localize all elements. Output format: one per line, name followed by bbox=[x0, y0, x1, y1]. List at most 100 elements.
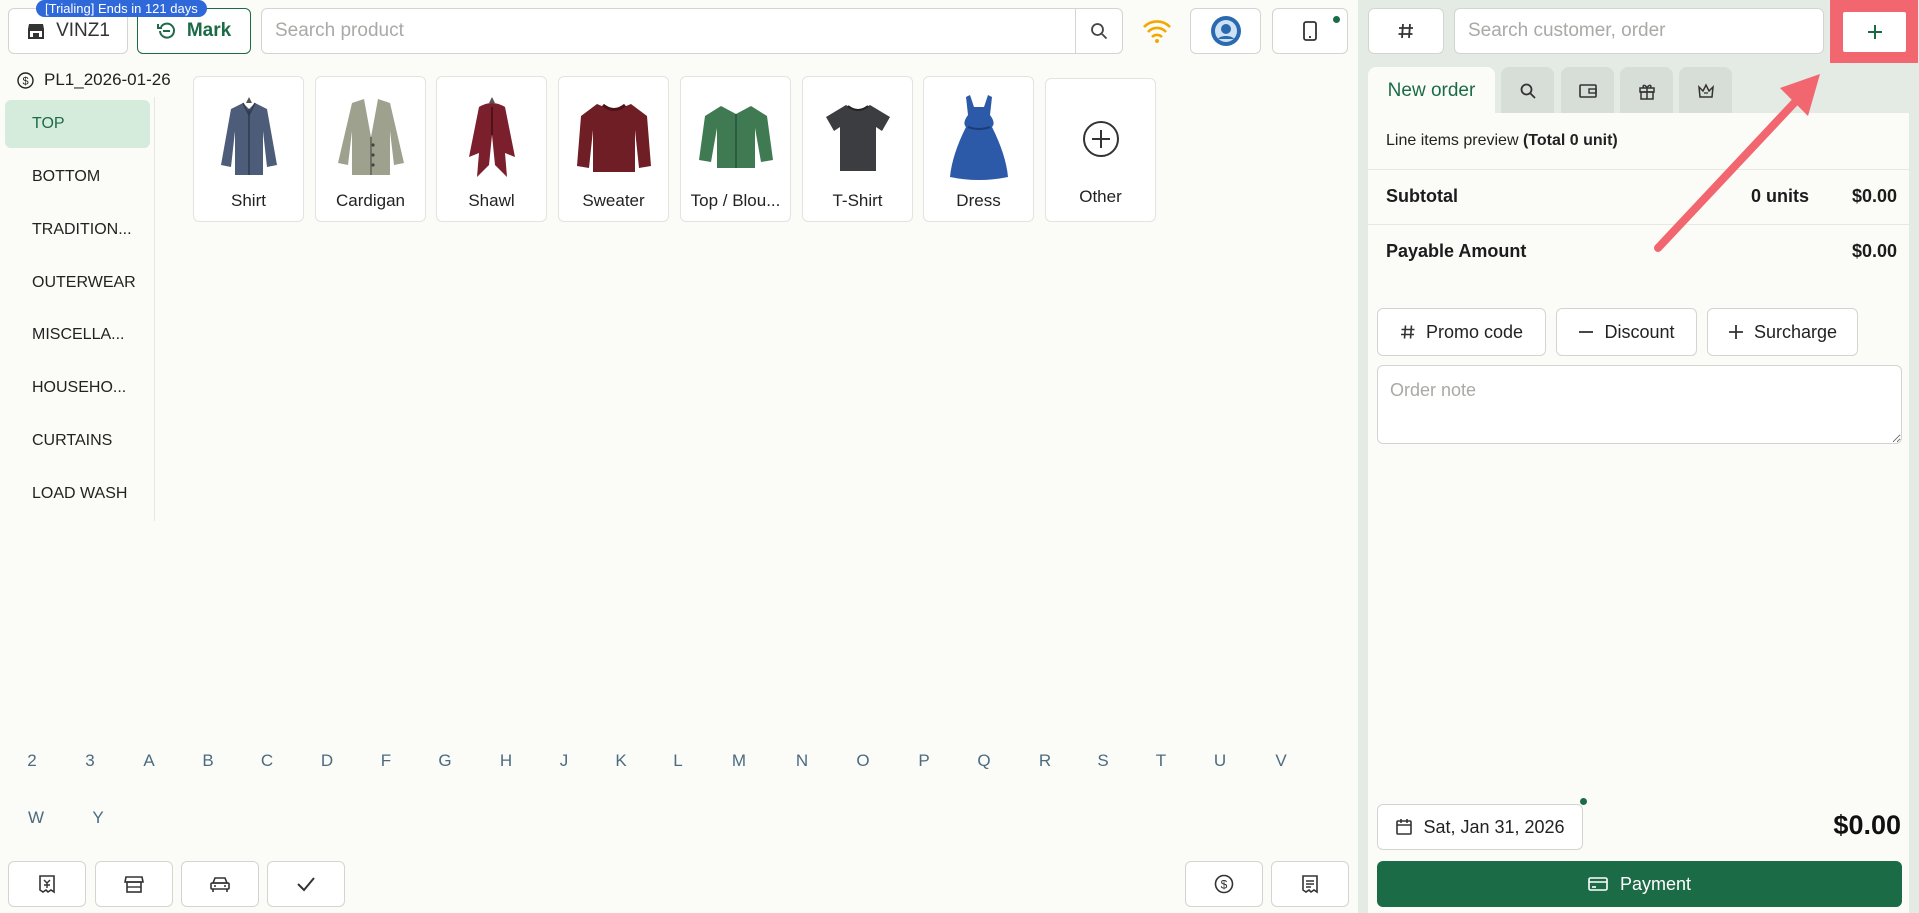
letter-filter-s[interactable]: S bbox=[1091, 751, 1115, 771]
promo-code-button[interactable]: Promo code bbox=[1377, 308, 1546, 356]
receipt-icon bbox=[1301, 874, 1319, 894]
sweater-image bbox=[559, 83, 668, 191]
search-icon bbox=[1520, 83, 1536, 99]
product-label: Shirt bbox=[231, 191, 266, 210]
promo-code-label: Promo code bbox=[1425, 321, 1524, 342]
due-date-label: Sat, Jan 31, 2026 bbox=[1423, 816, 1565, 837]
annotation-arrow bbox=[1640, 60, 1840, 260]
shirt-image bbox=[194, 83, 303, 191]
due-date-button[interactable]: Sat, Jan 31, 2026 bbox=[1377, 804, 1583, 850]
letter-filter-t[interactable]: T bbox=[1149, 751, 1173, 771]
letter-filter-o[interactable]: O bbox=[851, 751, 875, 771]
order-list-button[interactable] bbox=[1271, 861, 1349, 907]
receipt-button[interactable] bbox=[8, 861, 86, 907]
letter-filter-m[interactable]: M bbox=[727, 751, 751, 771]
plus-circle-icon bbox=[1046, 85, 1155, 193]
add-customer-button[interactable] bbox=[1843, 12, 1906, 52]
svg-text:$: $ bbox=[1221, 878, 1228, 892]
cardigan-image bbox=[316, 83, 425, 191]
letter-filter-g[interactable]: G bbox=[433, 751, 457, 771]
customer-search-box bbox=[1454, 8, 1824, 54]
category-item-load-wash[interactable]: LOAD WASH bbox=[5, 470, 150, 518]
product-search-input[interactable] bbox=[262, 9, 1077, 53]
car-icon bbox=[209, 875, 231, 893]
hash-icon bbox=[1400, 324, 1416, 340]
subtotal-amount: $0.00 bbox=[1851, 186, 1897, 206]
letter-filter-3[interactable]: 3 bbox=[78, 751, 102, 771]
wallet-icon bbox=[1578, 83, 1597, 99]
product-label: Other bbox=[1079, 187, 1122, 206]
delivery-button[interactable] bbox=[181, 861, 259, 907]
order-number-button[interactable] bbox=[1368, 8, 1444, 54]
store-label: VINZ1 bbox=[56, 20, 110, 41]
tab-new-order[interactable]: New order bbox=[1368, 67, 1495, 114]
dollar-circle-icon: $ bbox=[17, 71, 34, 89]
price-list-selector[interactable]: $ PL1_2026-01-26 bbox=[17, 70, 171, 90]
letter-filter-k[interactable]: K bbox=[609, 751, 633, 771]
category-item-top[interactable]: TOP bbox=[5, 100, 150, 148]
letter-filter-l[interactable]: L bbox=[666, 751, 690, 771]
letter-filter-q[interactable]: Q bbox=[972, 751, 996, 771]
store-icon bbox=[124, 875, 144, 893]
store-pickup-button[interactable] bbox=[95, 861, 173, 907]
letter-filter-j[interactable]: J bbox=[552, 751, 576, 771]
order-note-field[interactable] bbox=[1377, 365, 1902, 444]
letter-filter-p[interactable]: P bbox=[912, 751, 936, 771]
product-card-dress[interactable]: Dress bbox=[923, 76, 1034, 222]
category-item-traditional[interactable]: TRADITION... bbox=[5, 206, 150, 254]
letter-filter-w[interactable]: W bbox=[24, 808, 48, 828]
category-item-bottom[interactable]: BOTTOM bbox=[5, 153, 150, 201]
shawl-image bbox=[437, 83, 546, 191]
letter-filter-v[interactable]: V bbox=[1269, 751, 1293, 771]
product-card-tshirt[interactable]: T-Shirt bbox=[802, 76, 913, 222]
letter-filter-2[interactable]: 2 bbox=[20, 751, 44, 771]
avatar-button[interactable] bbox=[1190, 8, 1261, 54]
product-label: T-Shirt bbox=[832, 191, 883, 210]
product-card-other[interactable]: Other bbox=[1045, 78, 1156, 222]
discount-label: Discount bbox=[1604, 321, 1675, 342]
category-item-curtains[interactable]: CURTAINS bbox=[5, 417, 150, 465]
hash-icon bbox=[1397, 22, 1415, 40]
product-search-button[interactable] bbox=[1075, 9, 1122, 53]
minus-icon bbox=[1578, 324, 1594, 340]
cash-button[interactable]: $ bbox=[1185, 861, 1263, 907]
customer-search-input[interactable] bbox=[1455, 9, 1823, 53]
tab-search[interactable] bbox=[1501, 67, 1554, 114]
complete-button[interactable] bbox=[267, 861, 345, 907]
product-label: Top / Blou... bbox=[690, 191, 781, 210]
payable-amount-label: Payable Amount bbox=[1386, 241, 1527, 261]
product-label: Dress bbox=[956, 191, 1001, 210]
tshirt-image bbox=[803, 83, 912, 191]
category-item-miscellaneous[interactable]: MISCELLA... bbox=[5, 311, 150, 359]
letter-filter-n[interactable]: N bbox=[790, 751, 814, 771]
category-item-outerwear[interactable]: OUTERWEAR bbox=[5, 259, 150, 307]
letter-filter-h[interactable]: H bbox=[494, 751, 518, 771]
letter-filter-a[interactable]: A bbox=[137, 751, 161, 771]
dollar-circle-icon: $ bbox=[1214, 874, 1234, 894]
avatar bbox=[1210, 15, 1242, 47]
product-card-top-blouse[interactable]: Top / Blou... bbox=[680, 76, 791, 222]
price-list-label: PL1_2026-01-26 bbox=[44, 70, 171, 89]
letter-filter-y[interactable]: Y bbox=[86, 808, 110, 828]
product-card-shirt[interactable]: Shirt bbox=[193, 76, 304, 222]
tab-wallet[interactable] bbox=[1561, 67, 1614, 114]
product-search-box bbox=[261, 8, 1123, 54]
device-button[interactable] bbox=[1272, 8, 1348, 54]
letter-filter-r[interactable]: R bbox=[1033, 751, 1057, 771]
letter-filter-c[interactable]: C bbox=[255, 751, 279, 771]
discount-button[interactable]: Discount bbox=[1556, 308, 1697, 356]
letter-filter-u[interactable]: U bbox=[1208, 751, 1232, 771]
product-card-cardigan[interactable]: Cardigan bbox=[315, 76, 426, 222]
letter-filter-d[interactable]: D bbox=[315, 751, 339, 771]
surcharge-button[interactable]: Surcharge bbox=[1707, 308, 1858, 356]
product-label: Cardigan bbox=[336, 191, 405, 210]
category-item-household[interactable]: HOUSEHO... bbox=[5, 364, 150, 412]
letter-filter-f[interactable]: F bbox=[374, 751, 398, 771]
mark-icon bbox=[156, 21, 177, 41]
payment-button[interactable]: Payment bbox=[1377, 861, 1902, 907]
plus-icon bbox=[1728, 324, 1744, 340]
product-card-sweater[interactable]: Sweater bbox=[558, 76, 669, 222]
letter-filter-b[interactable]: B bbox=[196, 751, 220, 771]
surcharge-label: Surcharge bbox=[1753, 321, 1838, 342]
product-card-shawl[interactable]: Shawl bbox=[436, 76, 547, 222]
